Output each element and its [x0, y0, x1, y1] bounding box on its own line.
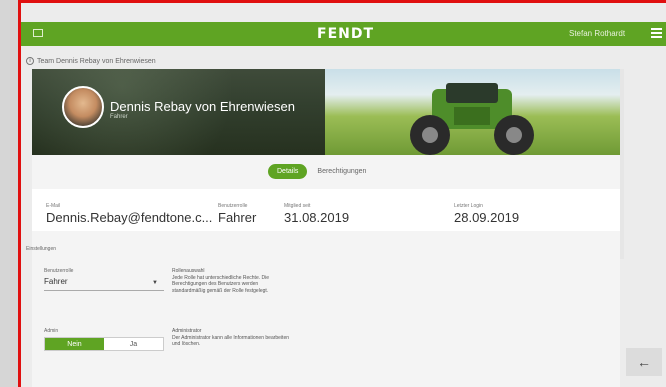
admin-no-button[interactable]: Nein [45, 338, 104, 350]
tab-details[interactable]: Details [268, 164, 308, 179]
tractor-image [410, 83, 534, 155]
avatar [62, 86, 104, 128]
scrollbar[interactable] [620, 69, 624, 259]
brand-logo: FENDT [317, 26, 375, 42]
window-icon[interactable] [33, 29, 43, 37]
tab-permissions[interactable]: Berechtigungen [313, 164, 370, 179]
admin-help-text: Der Administrator kann alle Informatione… [172, 334, 290, 348]
email-value: Dennis.Rebay@fendtone.c... [46, 210, 213, 225]
app-bar: FENDT Stefan Rothardt [21, 22, 666, 46]
last-login-label: Letzter Login [454, 203, 483, 209]
breadcrumb-text[interactable]: Team Dennis Rebay von Ehrenwiesen [37, 58, 156, 65]
tab-bar: Details Berechtigungen [268, 164, 370, 179]
back-arrow-icon[interactable]: ← [626, 348, 662, 376]
role-select-value: Fahrer [44, 277, 68, 286]
role-value: Fahrer [218, 210, 257, 225]
role-label: Benutzerrolle [218, 203, 248, 209]
role-select-label: Benutzerrolle [44, 268, 74, 274]
admin-toggle[interactable]: Nein Ja [44, 337, 164, 351]
admin-label: Admin [44, 328, 59, 334]
breadcrumb: i Team Dennis Rebay von Ehrenwiesen [26, 57, 156, 65]
profile-name: Dennis Rebay von Ehrenwiesen [110, 99, 295, 114]
admin-yes-button[interactable]: Ja [104, 338, 163, 350]
user-name[interactable]: Stefan Rothardt [569, 29, 625, 38]
last-login-value: 28.09.2019 [454, 210, 520, 225]
settings-section-label: Einstellungen [26, 246, 57, 252]
info-icon[interactable]: i [26, 57, 34, 65]
member-since-label: Mitglied seit [284, 203, 311, 209]
member-since-value: 31.08.2019 [284, 210, 350, 225]
caret-down-icon: ▼ [152, 280, 158, 286]
role-help-text: Jede Rolle hat unterschiedliche Rechte. … [172, 274, 269, 294]
role-help: Rollenauswahl Jede Rolle hat unterschied… [172, 268, 292, 294]
profile-role: Fahrer [110, 114, 128, 120]
admin-help: Administrator Der Administrator kann all… [172, 328, 292, 348]
email-label: E-Mail [46, 203, 61, 209]
role-select[interactable]: Fahrer ▼ [44, 277, 164, 291]
hamburger-menu-icon[interactable] [651, 28, 662, 38]
